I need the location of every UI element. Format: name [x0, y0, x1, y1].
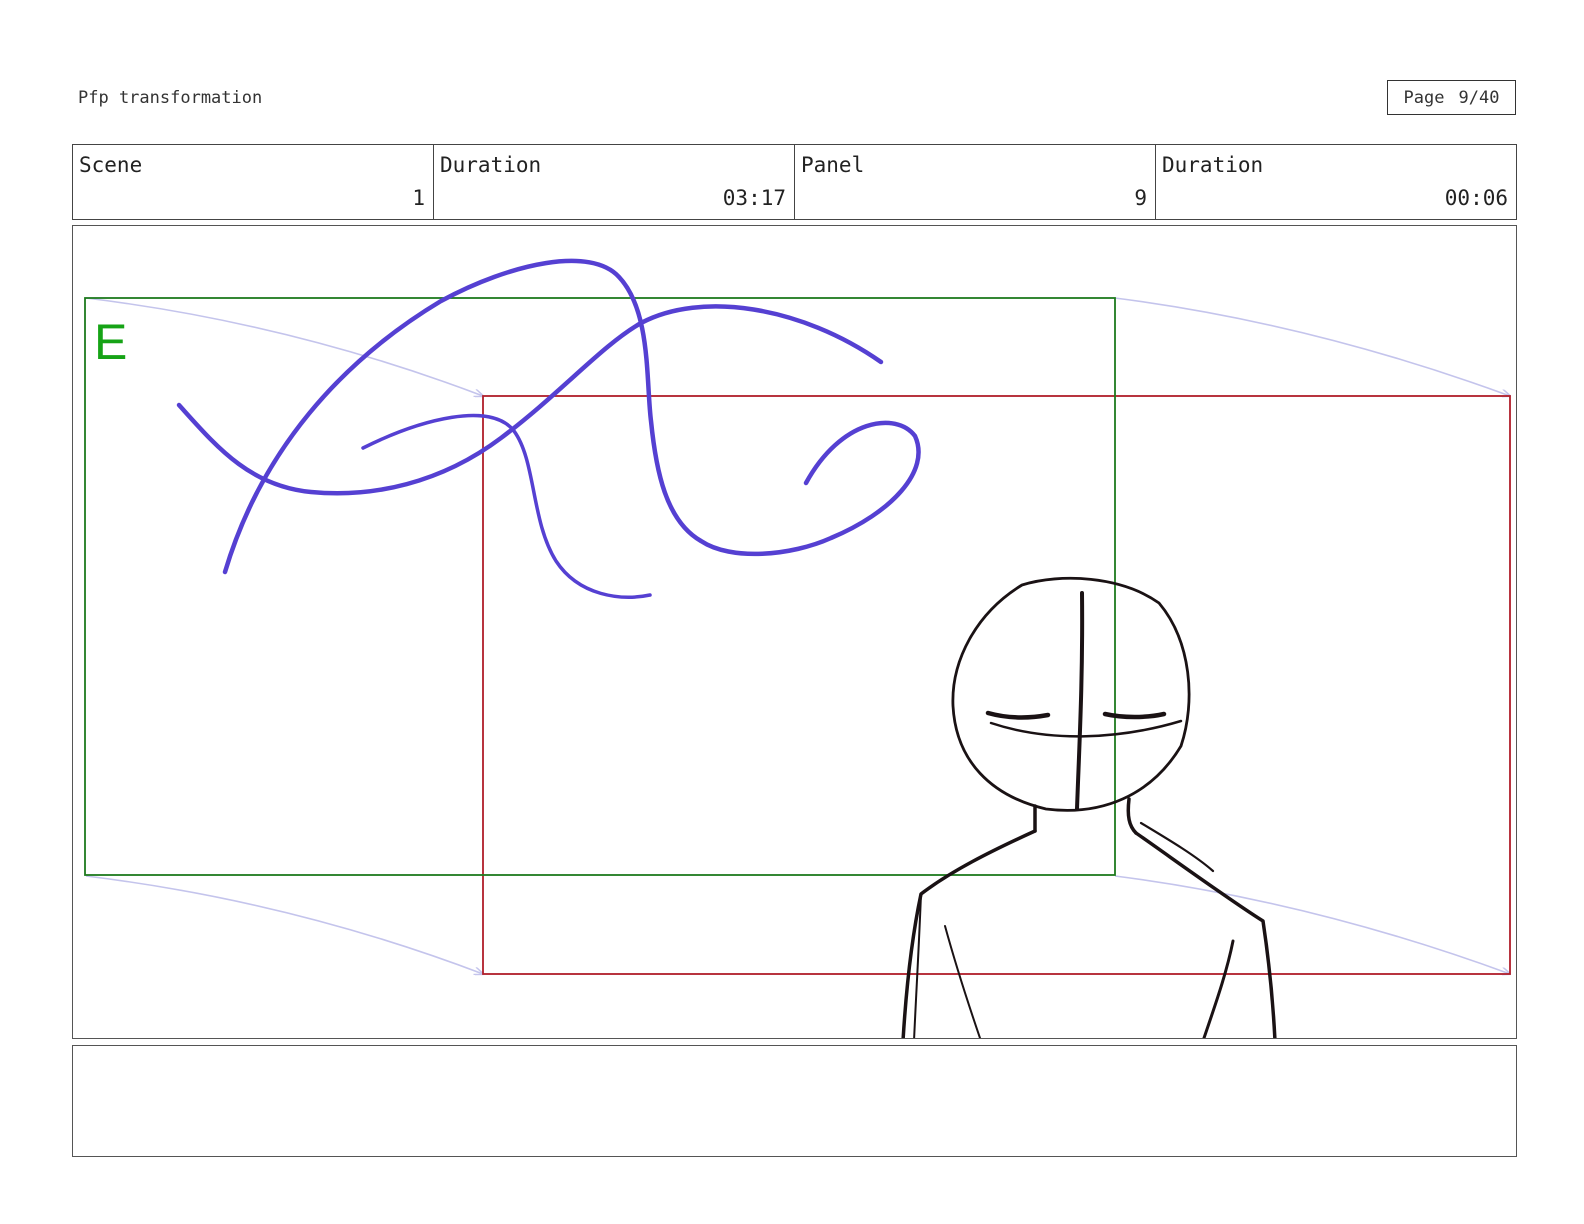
motion-arrow-bottom-right [1114, 875, 1510, 974]
panel-notes-box[interactable] [72, 1045, 1517, 1157]
motion-arrow-bottom-left [85, 875, 483, 974]
scene-cell: Scene 1 [73, 145, 434, 219]
motion-arrow-top-right [1114, 297, 1510, 396]
neck-right [1126, 797, 1138, 835]
scene-info-table: Scene 1 Duration 03:17 Panel 9 Duration … [72, 144, 1517, 220]
panel-value: 9 [1134, 186, 1147, 210]
character-sketch [901, 576, 1277, 1038]
scene-value: 1 [412, 186, 425, 210]
face-vertical-guide [1075, 591, 1085, 811]
panel-drawing: E [84, 258, 1517, 1038]
swirl-stroke-2 [222, 258, 921, 575]
panel-drawing-area: E [72, 225, 1517, 1039]
panel-cell: Panel 9 [795, 145, 1156, 219]
right-eye [1102, 711, 1167, 720]
document-title: Pfp transformation [78, 88, 263, 108]
left-eye [985, 710, 1051, 720]
scene-duration-value: 03:17 [722, 186, 786, 210]
panel-duration-label: Duration [1162, 153, 1264, 177]
panel-duration-cell: Duration 00:06 [1156, 145, 1516, 219]
scene-duration-cell: Duration 03:17 [434, 145, 795, 219]
face-horizontal-guide [989, 719, 1183, 738]
page-label: Page [1403, 87, 1445, 108]
camera-motion-arrows [85, 297, 1510, 974]
panel-label: Panel [801, 153, 865, 177]
scene-label: Scene [79, 153, 143, 177]
torso-inner-left [944, 925, 982, 1038]
swirl-stroke-3 [361, 413, 652, 599]
swirl-effect [176, 258, 921, 599]
start-camera-frame [84, 297, 1116, 876]
page-indicator: Page 9/40 [1387, 80, 1516, 115]
page-number: 9/40 [1458, 87, 1500, 108]
end-camera-frame [482, 395, 1511, 975]
panel-duration-value: 00:06 [1444, 186, 1508, 210]
scene-duration-label: Duration [440, 153, 542, 177]
character-head [951, 576, 1191, 812]
torso-inner-right [1202, 939, 1235, 1038]
start-frame-label: E [94, 314, 127, 370]
